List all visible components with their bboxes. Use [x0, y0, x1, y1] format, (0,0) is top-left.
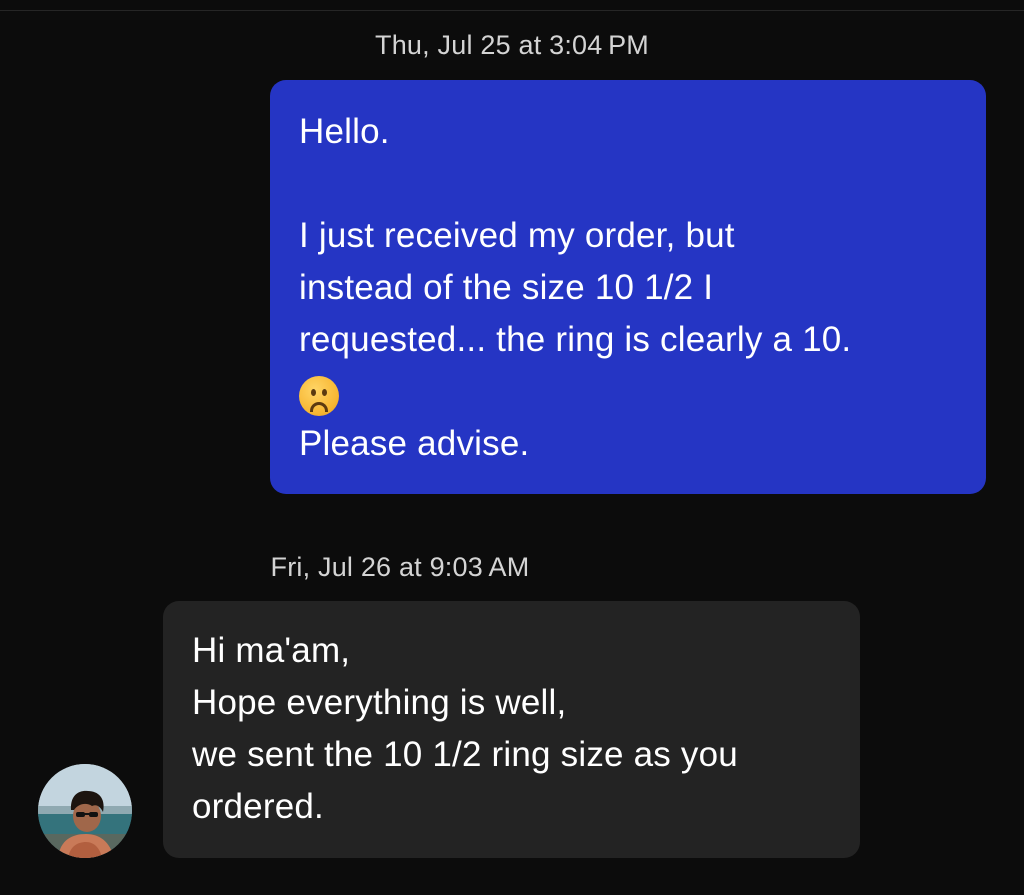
message-timestamp: Fri, Jul 26 at 9:03 AM: [270, 552, 530, 582]
incoming-message-bubble[interactable]: Hi ma'am, Hope everything is well, we se…: [163, 601, 860, 858]
message-timestamp: Thu, Jul 25 at 3:04 PM: [375, 30, 649, 60]
message-line: we sent the 10 1/2 ring size as you: [192, 735, 738, 774]
emoji-line: [299, 366, 958, 418]
sender-avatar[interactable]: [38, 764, 132, 858]
message-line: Hello.: [299, 112, 390, 151]
message-line: Hi ma'am,: [192, 631, 351, 670]
frowning-face-icon: [299, 375, 339, 416]
message-line: instead of the size 10 1/2 I: [299, 268, 714, 307]
message-line: Please advise.: [299, 424, 530, 463]
message-line: Hope everything is well,: [192, 683, 567, 722]
avatar-photo: [38, 764, 132, 858]
message-line: ordered.: [192, 787, 324, 826]
message-line: I just received my order, but: [299, 216, 735, 255]
top-divider: [0, 10, 1024, 11]
message-line: requested... the ring is clearly a 10.: [299, 320, 852, 359]
outgoing-message-bubble[interactable]: Hello. I just received my order, but ins…: [270, 80, 986, 494]
